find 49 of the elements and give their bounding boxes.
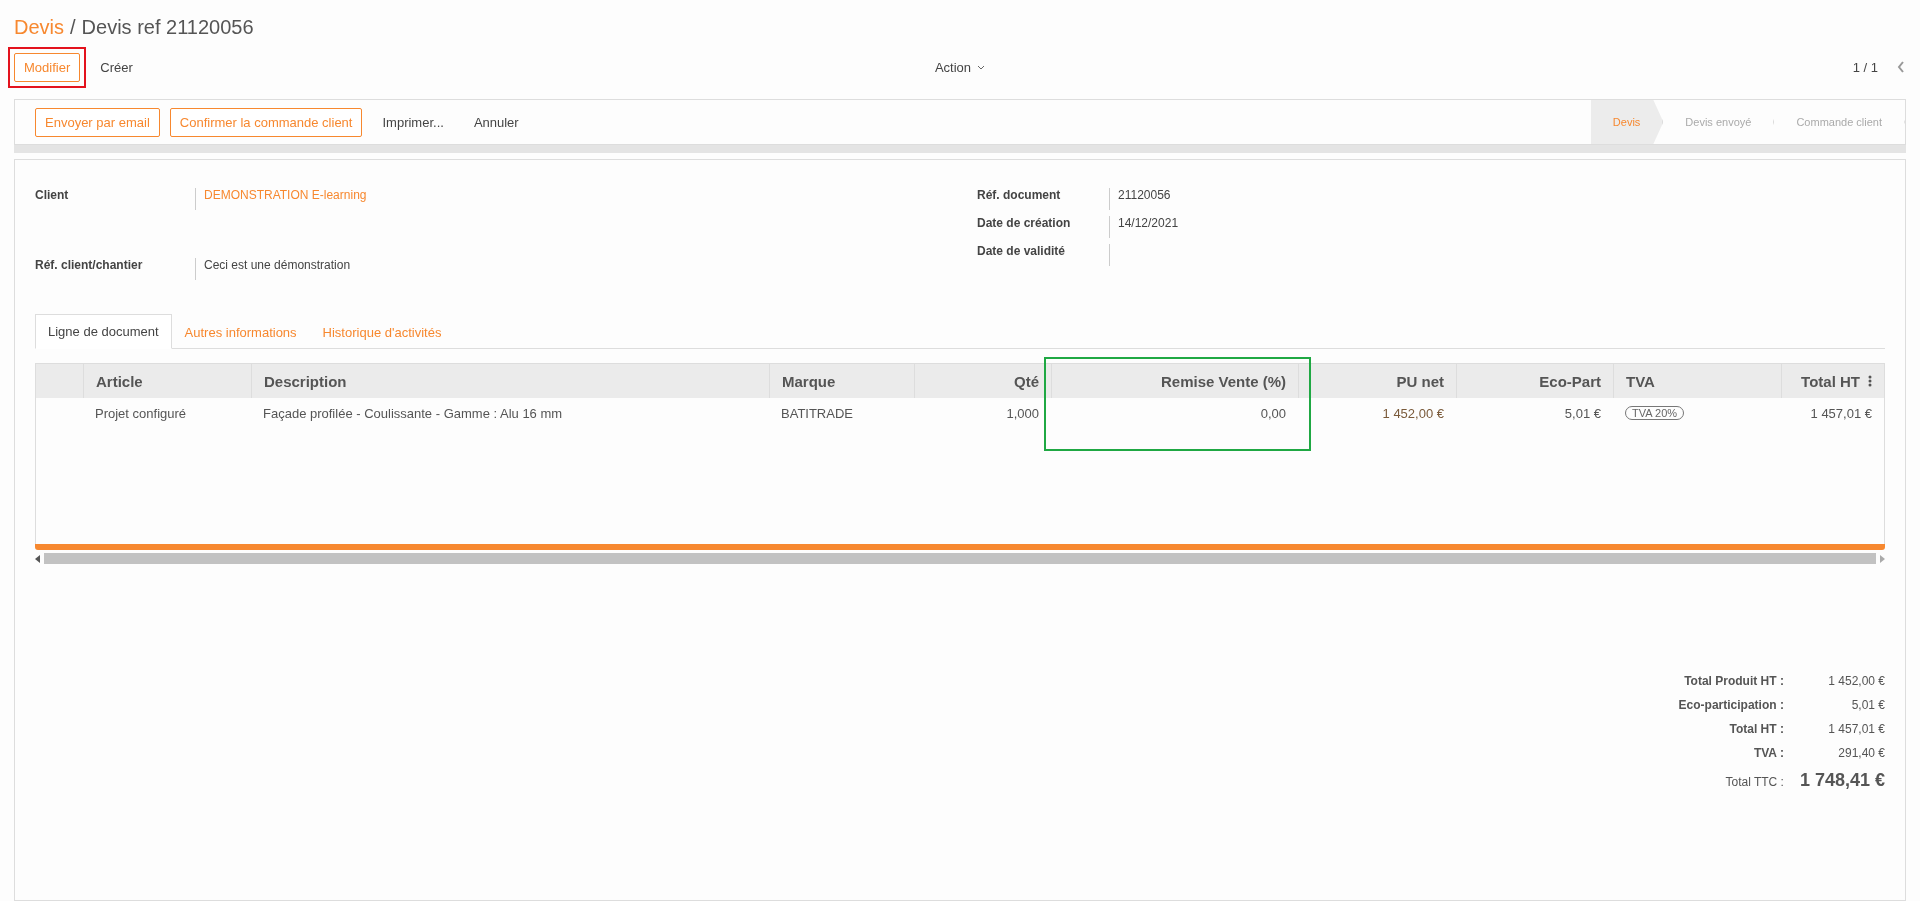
column-header[interactable]: Remise Vente (%)	[1051, 364, 1298, 398]
total-value: 1 748,41 €	[1799, 770, 1885, 791]
field-value: Ceci est une démonstration	[195, 258, 960, 280]
total-value: 1 457,01 €	[1827, 722, 1885, 736]
column-header[interactable]: Eco-Part	[1456, 364, 1613, 398]
total-label: Total HT :	[1728, 722, 1784, 736]
page-title: Devis ref 21120056	[81, 16, 254, 39]
field-label: Réf. client/chantier	[35, 258, 144, 274]
table-cell: 1 457,01 €	[1810, 405, 1872, 421]
total-label: Total Produit HT :	[1683, 674, 1784, 688]
table-cell: 1 452,00 €	[1382, 405, 1444, 421]
table-cell: Projet configuré	[95, 405, 187, 421]
tab[interactable]: Ligne de document	[35, 314, 172, 349]
total-value: 5,01 €	[1850, 698, 1885, 712]
status-button[interactable]: Annuler	[463, 107, 529, 137]
column-header[interactable]: Total HT	[1781, 364, 1884, 398]
field-value: 14/12/2021	[1109, 216, 1885, 238]
pager-counter: 1 / 1	[1852, 59, 1878, 75]
column-header[interactable]: Description	[251, 364, 769, 398]
total-label: TVA :	[1752, 746, 1784, 760]
table-cell: Façade profilée - Coulissante - Gamme : Alu 16 mm	[263, 405, 563, 421]
table-cell: 5,01 €	[1564, 405, 1601, 421]
total-value: 1 452,00 €	[1827, 674, 1885, 688]
scrollbar[interactable]	[44, 553, 1876, 564]
caret-icon	[977, 64, 986, 70]
field-label: Date de validité	[977, 244, 1067, 260]
column-header[interactable]: PU net	[1298, 364, 1456, 398]
field-label: Date de création	[977, 216, 1072, 232]
status-button[interactable]: Imprimer...	[372, 107, 454, 137]
action-menu[interactable]: Action	[928, 58, 992, 76]
previous-icon[interactable]	[1896, 60, 1906, 74]
table-cell: 1,000	[1006, 405, 1039, 421]
create-button[interactable]: Créer	[90, 52, 143, 82]
breadcrumb-separator: /	[70, 16, 76, 39]
column-header[interactable]: Article	[83, 364, 251, 398]
column-header[interactable]: Qté	[914, 364, 1051, 398]
total-label: Eco-participation :	[1678, 698, 1784, 712]
field-label: Client	[35, 188, 70, 204]
table-cell: BATITRADE	[781, 405, 853, 421]
total-label: Total TTC :	[1724, 775, 1784, 789]
field-value: 21120056	[1109, 188, 1885, 210]
field-label: Réf. document	[977, 188, 1062, 204]
table-cell: 0,00	[1260, 405, 1286, 421]
more-icon[interactable]	[1868, 375, 1872, 387]
column-header[interactable]: Marque	[769, 364, 914, 398]
scroll-right-icon[interactable]	[1880, 554, 1885, 563]
total-value: 291,40 €	[1837, 746, 1885, 760]
column-header[interactable]: TVA	[1613, 364, 1781, 398]
scroll-left-icon[interactable]	[35, 554, 40, 563]
